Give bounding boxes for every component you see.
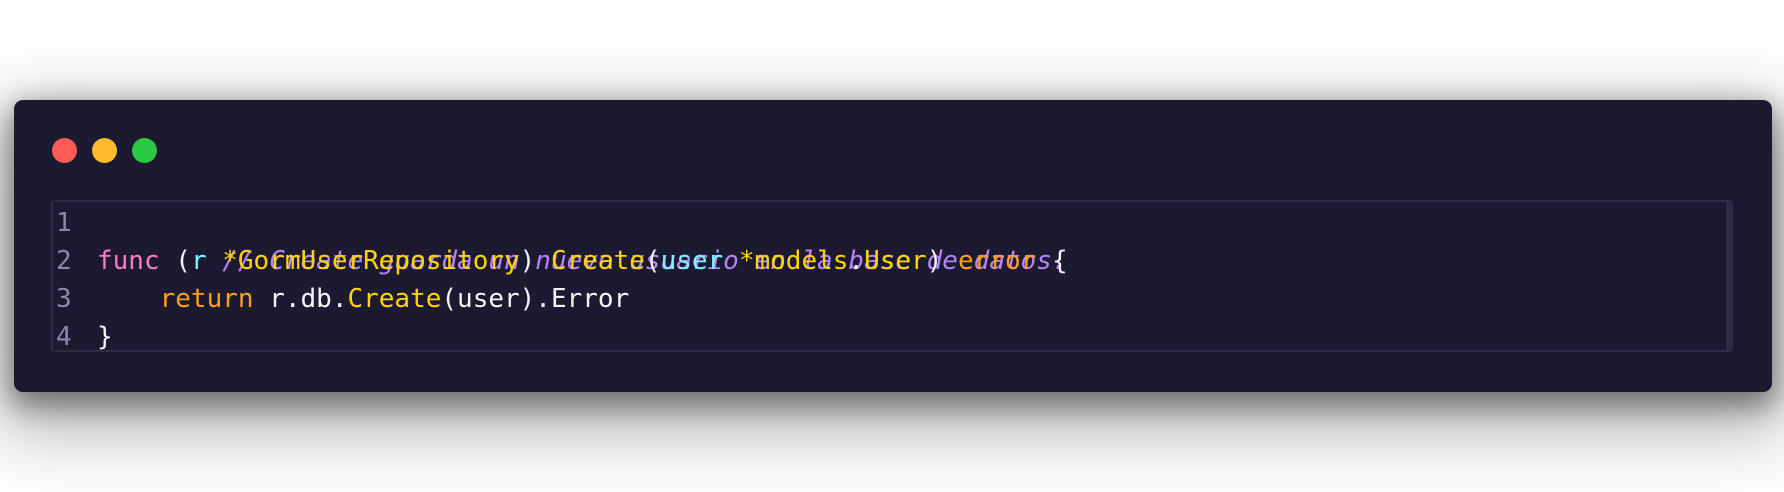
keyword-token: return [159,284,254,314]
window-controls [52,138,157,163]
code-block: 1 // Create guarda un nuevo usuario en l… [51,200,1733,352]
type-token: User [864,246,927,276]
code-line-3: 3 return r.db.Create(user).Error [53,280,1731,318]
code-line-4: 4 } [53,318,1731,356]
punctuation-token: } [97,322,113,352]
code-line-2: 2 func (r *GormUserRepository) Create(us… [53,242,1731,280]
punctuation-token: ) [519,246,551,276]
maximize-window-dot-icon[interactable] [132,138,157,163]
punctuation-token: { [1036,246,1068,276]
line-number: 1 [56,208,72,238]
expression-token: r.db. [253,284,348,314]
code-line-1: 1 // Create guarda un nuevo usuario en l… [53,204,1731,276]
punctuation-token: ) [926,246,959,276]
type-token: *models [738,246,849,276]
punctuation-token: ( [644,246,661,276]
minimize-window-dot-icon[interactable] [92,138,117,163]
parameter-token: r [190,246,207,276]
function-name-token: Create [550,246,645,276]
code-window: 1 // Create guarda un nuevo usuario en l… [14,100,1772,392]
code-line-content: } [97,318,113,356]
punctuation-token: . [848,246,865,276]
keyword-token: func [97,246,160,276]
type-token: *GormUserRepository [222,246,520,276]
parameter-token: user [660,246,724,276]
punctuation-token: ( [159,246,191,276]
code-line-content: return r.db.Create(user).Error [97,280,630,318]
function-name-token: Create [347,284,442,314]
code-line-content: func (r *GormUserRepository) Create(user… [97,242,1068,280]
expression-token: (user).Error [441,284,630,314]
line-number: 3 [56,284,72,314]
line-number: 4 [56,322,72,352]
code-line-content: // Create guarda un nuevo usuario en la … [97,204,1067,276]
line-number: 2 [56,246,72,276]
close-window-dot-icon[interactable] [52,138,77,163]
return-type-token: error [958,246,1037,276]
indent-token [97,284,160,314]
